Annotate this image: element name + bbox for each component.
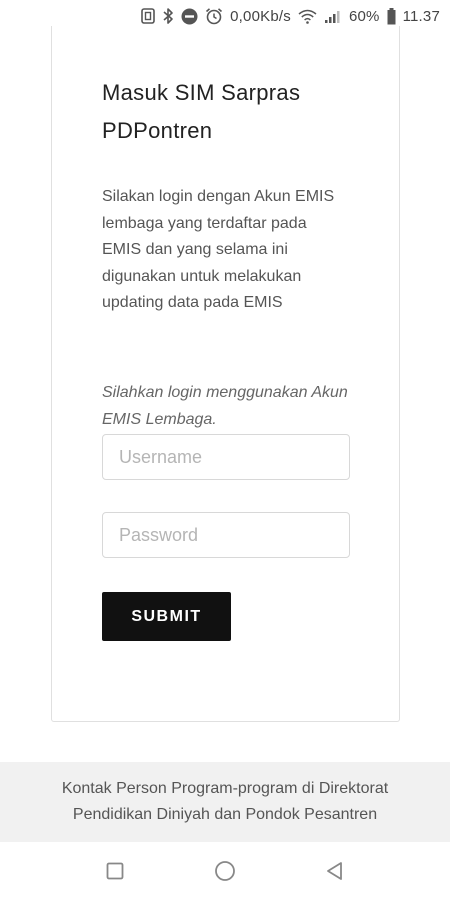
footer: Kontak Person Program-program di Direkto… — [0, 762, 450, 842]
battery-icon — [387, 7, 396, 25]
battery-percent: 60% — [348, 7, 380, 25]
submit-button[interactable]: SUBMIT — [102, 592, 231, 641]
back-icon — [327, 862, 342, 880]
login-card: Masuk SIM Sarpras PDPontren Silakan logi… — [51, 26, 400, 722]
password-input[interactable] — [102, 512, 350, 558]
back-button[interactable] — [315, 851, 355, 891]
home-button[interactable] — [205, 851, 245, 891]
clock: 11.37 — [402, 7, 440, 25]
navigation-bar — [0, 842, 450, 900]
footer-contact-text: Kontak Person Program-program di Direkto… — [61, 779, 389, 824]
do-not-disturb-icon — [181, 7, 198, 25]
screen: 0,00Kb/s 60% 11.37 Masuk SIM Sarpras PDP… — [0, 0, 450, 900]
signal-icon — [324, 7, 342, 25]
nfc-icon — [141, 7, 155, 25]
recent-apps-icon — [106, 862, 124, 880]
login-hint: Silahkan login menggunakan Akun EMIS Lem… — [102, 384, 348, 428]
bluetooth-icon — [162, 7, 174, 25]
recent-apps-button[interactable] — [95, 851, 135, 891]
wifi-icon — [298, 7, 317, 25]
home-icon — [215, 861, 235, 881]
page-title: Masuk SIM Sarpras PDPontren — [102, 80, 301, 143]
username-input[interactable] — [102, 434, 350, 480]
network-speed: 0,00Kb/s — [230, 7, 291, 25]
login-description: Silakan login dengan Akun EMIS lembaga y… — [102, 188, 335, 311]
alarm-icon — [205, 7, 223, 25]
